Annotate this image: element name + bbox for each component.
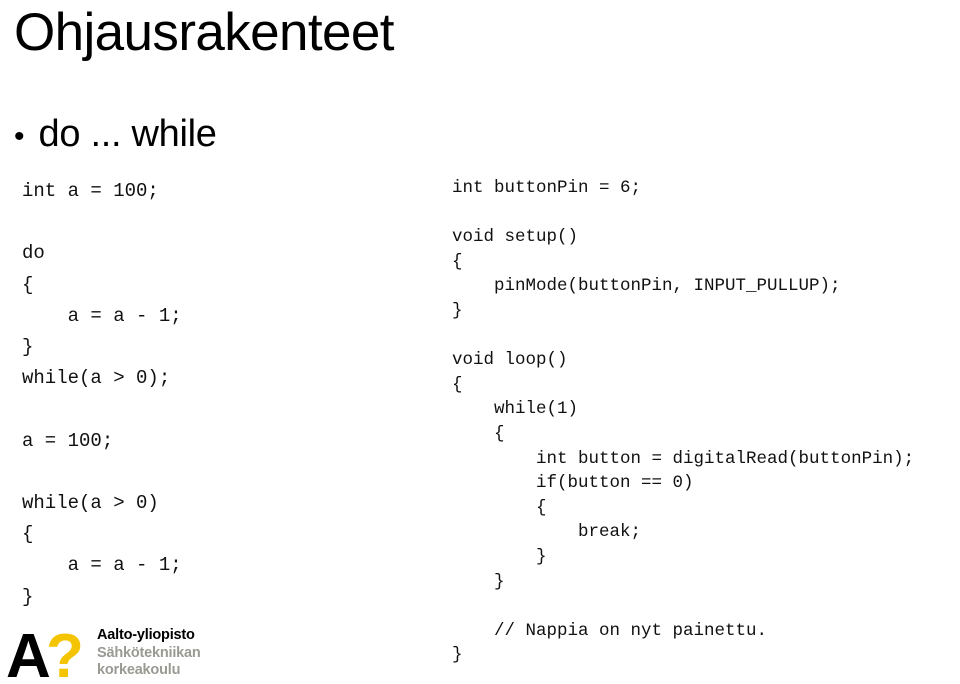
bullet-item-label: do ... while	[38, 113, 217, 155]
code-line: }	[452, 546, 547, 567]
code-line: pinMode(buttonPin, INPUT_PULLUP);	[452, 276, 841, 297]
code-line: }	[22, 336, 34, 359]
code-line: {	[452, 423, 505, 444]
code-line: {	[452, 251, 463, 272]
aalto-wordmark-line-1: Aalto-yliopisto	[97, 627, 195, 643]
aalto-logo-mark-icon: A ?	[6, 622, 84, 681]
code-line: do	[22, 242, 45, 265]
code-block-right: int buttonPin = 6; void setup() { pinMode…	[452, 176, 914, 668]
code-line: while(a > 0)	[22, 492, 159, 515]
code-line: if(button == 0)	[452, 473, 694, 494]
code-line: a = a - 1;	[22, 304, 182, 327]
code-block-left: int a = 100; do { a = a - 1;} while(a > 0)…	[22, 176, 182, 613]
slide-canvas: Ohjausrakenteet • do ... while int a = 1…	[0, 0, 960, 684]
code-line: }	[22, 585, 34, 608]
aalto-wordmark-line-2: Sähkötekniikan	[97, 644, 201, 661]
code-line: {	[22, 523, 34, 546]
code-line: while(a > 0);	[22, 367, 171, 390]
code-line: {	[452, 497, 547, 518]
code-line: }	[452, 645, 463, 666]
code-line: {	[22, 273, 34, 296]
code-line: int a = 100;	[22, 180, 159, 202]
page-title: Ohjausrakenteet	[14, 3, 395, 62]
aalto-mark-question-icon: ?	[46, 622, 84, 681]
code-line: a = 100;	[22, 429, 114, 452]
code-line: void loop()	[452, 350, 568, 371]
code-line: void setup()	[452, 227, 579, 248]
code-line: // Nappia on nyt painettu.	[452, 620, 768, 641]
code-line: while(1)	[452, 399, 579, 420]
aalto-university-logo: A ? Aalto-yliopisto Sähkötekniikan korke…	[6, 621, 201, 684]
aalto-mark-letter-a: A	[6, 622, 51, 681]
aalto-wordmark-line-3: korkeakoulu	[97, 662, 181, 678]
code-line: a = a - 1;	[22, 554, 182, 577]
code-line: int button = digitalRead(buttonPin);	[452, 448, 915, 469]
aalto-wordmark: Aalto-yliopisto Sähkötekniikan korkeakou…	[97, 627, 201, 680]
bullet-item-do-while: • do ... while	[14, 112, 217, 156]
code-line: }	[452, 300, 463, 321]
code-line: break;	[452, 522, 642, 543]
bullet-marker-icon: •	[14, 120, 25, 153]
code-line: int buttonPin = 6;	[452, 178, 642, 198]
code-line: }	[452, 571, 505, 592]
code-line: {	[452, 374, 463, 395]
